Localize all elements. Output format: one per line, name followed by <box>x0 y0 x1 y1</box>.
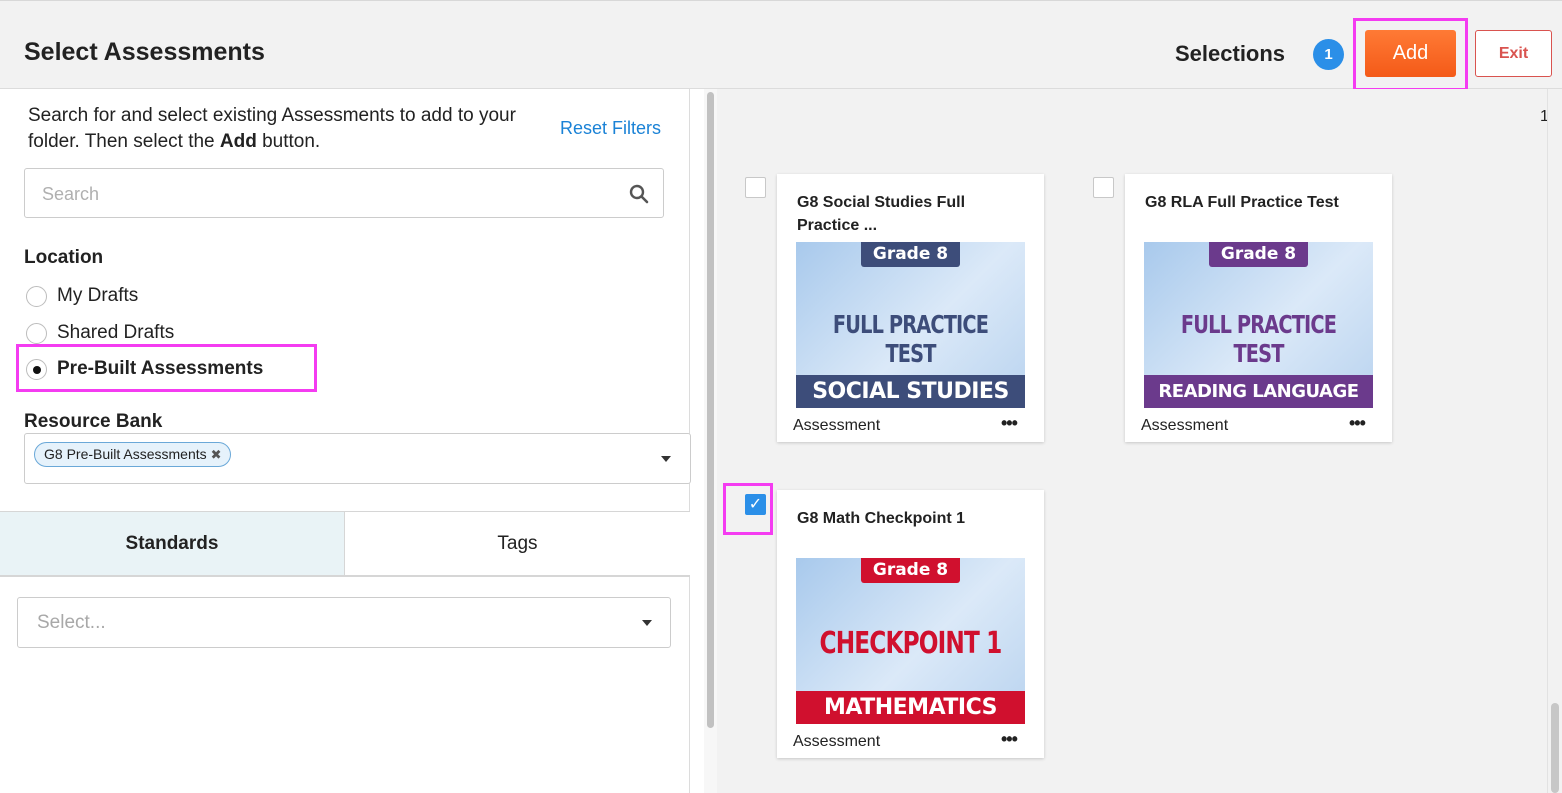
more-options-icon[interactable]: ••• <box>1349 413 1366 434</box>
thumbnail-subject: MATHEMATICS <box>796 691 1025 724</box>
card-checkbox[interactable] <box>1093 177 1114 198</box>
search-input[interactable] <box>42 181 602 207</box>
page-header: Select Assessments Selections 1 Add Exit <box>0 0 1562 91</box>
radio-label: Shared Drafts <box>57 322 175 343</box>
card-checkbox[interactable] <box>745 177 766 198</box>
card-thumbnail: Grade 8 CHECKPOINT 1 MATHEMATICS <box>796 558 1025 724</box>
thumbnail-heading: FULL PRACTICE TEST <box>1180 310 1337 368</box>
more-options-icon[interactable]: ••• <box>1001 729 1018 750</box>
exit-button[interactable]: Exit <box>1475 30 1552 77</box>
thumbnail-grade: Grade 8 <box>861 242 960 267</box>
card-type: Assessment <box>793 733 881 750</box>
selections-label: Selections <box>1175 41 1286 66</box>
thumbnail-grade: Grade 8 <box>1209 242 1308 267</box>
add-button[interactable]: Add <box>1365 30 1456 77</box>
card-thumbnail: Grade 8 FULL PRACTICE TEST SOCIAL STUDIE… <box>796 242 1025 408</box>
more-options-icon[interactable]: ••• <box>1001 413 1018 434</box>
thumbnail-grade: Grade 8 <box>861 558 960 583</box>
resource-bank-chip: G8 Pre-Built Assessments ✖ <box>34 442 231 467</box>
tab-tags[interactable]: Tags <box>345 511 690 577</box>
search-field[interactable] <box>24 168 664 218</box>
thumbnail-subject: SOCIAL STUDIES <box>796 375 1025 408</box>
instructions-add-word: Add <box>219 131 257 152</box>
thumbnail-subject: READING LANGUAGE ARTS <box>1144 375 1373 408</box>
tab-standards[interactable]: Standards <box>0 511 345 577</box>
pre-built-highlight <box>16 344 317 392</box>
card-title[interactable]: G8 Math Checkpoint 1 <box>797 507 1027 530</box>
chevron-down-icon[interactable] <box>661 456 671 462</box>
assessment-card[interactable]: G8 Math Checkpoint 1 Grade 8 CHECKPOINT … <box>777 490 1044 758</box>
card-checkbox-checked[interactable]: ✓ <box>745 494 766 515</box>
card-type: Assessment <box>1141 417 1229 434</box>
thumbnail-heading: CHECKPOINT 1 <box>819 626 1003 661</box>
assessment-card[interactable]: G8 RLA Full Practice Test Grade 8 FULL P… <box>1125 174 1392 442</box>
results-scrollbar[interactable] <box>1547 89 1562 793</box>
checkmark-icon: ✓ <box>748 496 763 513</box>
assessment-card[interactable]: G8 Social Studies Full Practice ... Grad… <box>777 174 1044 442</box>
radio-my-drafts[interactable]: My Drafts <box>26 283 138 309</box>
chip-label: G8 Pre-Built Assessments <box>44 446 207 462</box>
card-thumbnail: Grade 8 FULL PRACTICE TEST READING LANGU… <box>1144 242 1373 408</box>
card-title[interactable]: G8 Social Studies Full Practice ... <box>797 191 1027 237</box>
scrollbar-thumb[interactable] <box>707 92 714 728</box>
location-label: Location <box>24 247 104 268</box>
radio-circle-icon[interactable] <box>26 322 47 344</box>
chevron-down-icon[interactable] <box>642 620 652 626</box>
search-icon[interactable] <box>629 184 649 204</box>
card-title[interactable]: G8 RLA Full Practice Test <box>1145 191 1375 214</box>
filter-panel-scrollbar[interactable] <box>704 89 717 793</box>
scrollbar-thumb[interactable] <box>1551 703 1559 793</box>
resource-bank-select[interactable]: G8 Pre-Built Assessments ✖ <box>24 433 691 484</box>
reset-filters-link[interactable]: Reset Filters <box>560 118 661 139</box>
resource-bank-label: Resource Bank <box>24 411 163 432</box>
card-type: Assessment <box>793 417 881 434</box>
page-title: Select Assessments <box>24 38 265 66</box>
thumbnail-heading: FULL PRACTICE TEST <box>832 310 989 368</box>
radio-circle-icon[interactable] <box>26 285 47 307</box>
standards-placeholder: Select... <box>37 612 106 633</box>
selections-count-badge[interactable]: 1 <box>1313 39 1344 70</box>
instructions-part2: button. <box>256 131 321 152</box>
standards-select[interactable]: Select... <box>17 597 671 648</box>
chip-remove-icon[interactable]: ✖ <box>211 447 222 462</box>
radio-shared-drafts[interactable]: Shared Drafts <box>26 320 174 346</box>
radio-label: My Drafts <box>57 285 139 306</box>
instructions-text: Search for and select existing Assessmen… <box>28 103 518 155</box>
